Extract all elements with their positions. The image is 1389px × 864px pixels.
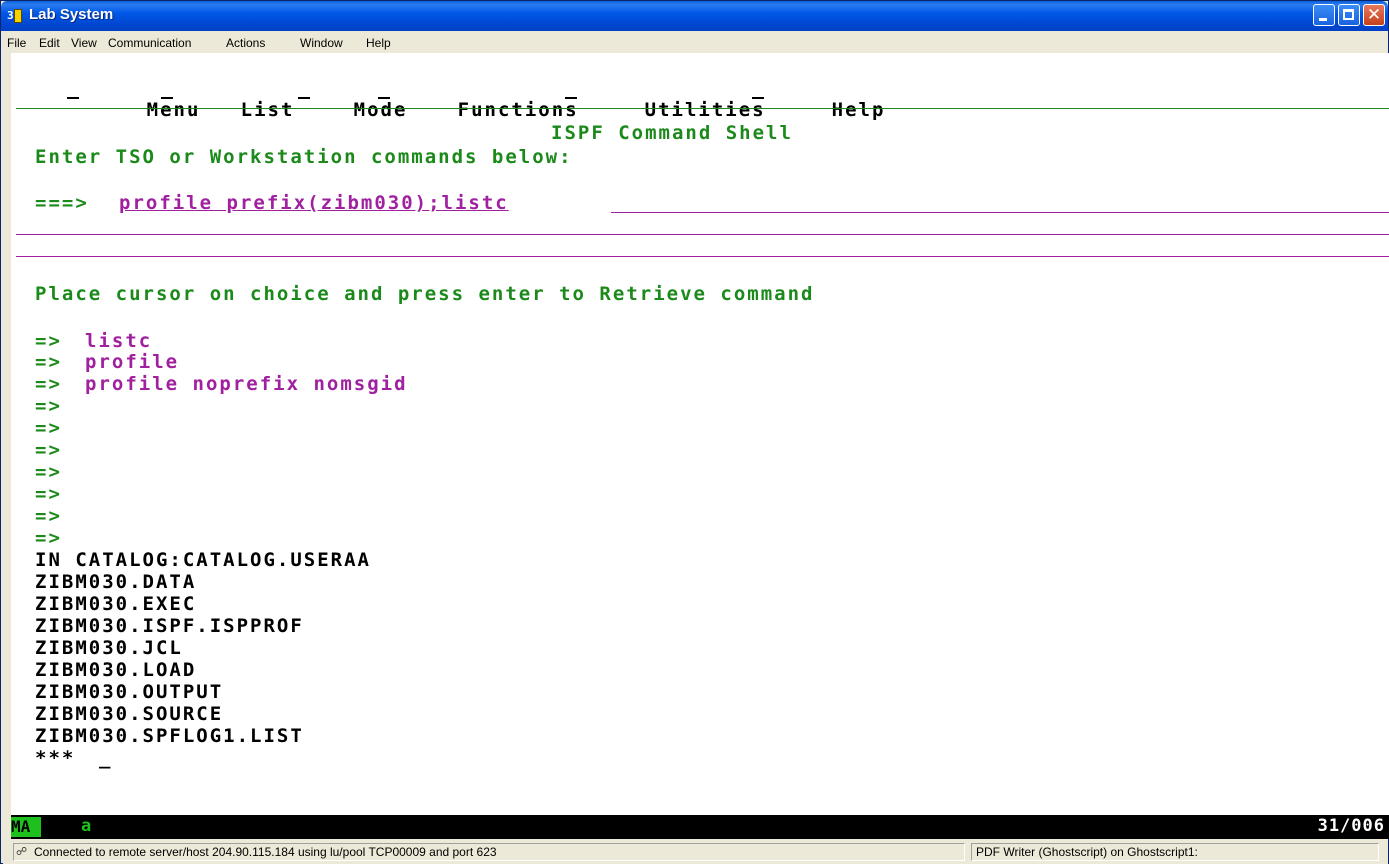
menu-bar: File Edit View Communication Actions Win… <box>3 33 1388 53</box>
minimize-icon <box>1319 18 1327 21</box>
action-functions[interactable]: Functions <box>458 99 579 121</box>
retrieve-item[interactable]: profile noprefix nomsgid <box>85 373 408 395</box>
menu-edit[interactable]: Edit <box>39 36 60 50</box>
title-bar[interactable]: 3 Lab System ✕ <box>1 1 1388 31</box>
output-line: IN CATALOG:CATALOG.USERAA <box>35 549 371 571</box>
menu-window[interactable]: Window <box>300 36 343 50</box>
terminal-screen[interactable]: Menu List Mode Functions Utilities Help … <box>11 53 1389 815</box>
output-line: ZIBM030.JCL <box>35 637 183 659</box>
operator-info-area: MA a 31/006 <box>11 815 1389 839</box>
mnemonic-underline <box>378 97 390 99</box>
window-title: Lab System <box>29 6 114 23</box>
retrieve-prompt: => <box>35 351 62 373</box>
mnemonic-underline <box>565 97 577 99</box>
command-input[interactable]: profile prefix(zibm030);listc <box>119 192 509 214</box>
connection-icon: ☍ <box>16 846 28 858</box>
output-line: ZIBM030.SPFLOG1.LIST <box>35 725 304 747</box>
output-line: ZIBM030.OUTPUT <box>35 681 224 703</box>
action-help[interactable]: Help <box>832 99 886 121</box>
menu-file[interactable]: File <box>7 36 26 50</box>
output-line: ZIBM030.LOAD <box>35 659 197 681</box>
emulator-window: 3 Lab System ✕ File Edit View Communicat… <box>0 0 1389 864</box>
instructions: Enter TSO or Workstation commands below: <box>35 146 573 168</box>
output-line: ZIBM030.DATA <box>35 571 197 593</box>
output-line: ZIBM030.ISPF.ISPPROF <box>35 615 304 637</box>
close-icon: ✕ <box>1366 5 1382 25</box>
retrieve-prompt: => <box>35 330 62 352</box>
action-bar-separator <box>16 108 1389 109</box>
printer-text: PDF Writer (Ghostscript) on Ghostscript1… <box>976 845 1198 859</box>
end-marker: *** <box>35 747 76 769</box>
action-utilities[interactable]: Utilities <box>645 99 766 121</box>
maximize-icon <box>1343 9 1354 20</box>
maximize-button[interactable] <box>1338 4 1360 26</box>
printer-status: PDF Writer (Ghostscript) on Ghostscript1… <box>971 843 1379 861</box>
mnemonic-underline <box>161 97 173 99</box>
command-field-underline <box>611 212 1389 213</box>
retrieve-prompt: => <box>35 373 62 395</box>
menu-view[interactable]: View <box>71 36 97 50</box>
close-button[interactable]: ✕ <box>1363 4 1385 26</box>
retrieve-prompt[interactable]: => <box>35 483 62 505</box>
minimize-button[interactable] <box>1313 4 1335 26</box>
output-line: ZIBM030.SOURCE <box>35 703 224 725</box>
text-cursor: _ <box>99 747 113 769</box>
retrieve-prompt[interactable]: => <box>35 439 62 461</box>
connection-text: Connected to remote server/host 204.90.1… <box>34 845 497 859</box>
ispf-action-functions[interactable]: Functions <box>377 77 579 143</box>
menu-help[interactable]: Help <box>366 36 391 50</box>
retrieve-prompt[interactable]: => <box>35 505 62 527</box>
menu-actions[interactable]: Actions <box>226 36 265 50</box>
mnemonic-underline <box>298 97 310 99</box>
retrieve-prompt[interactable]: => <box>35 395 62 417</box>
command-continuation-line[interactable] <box>16 256 1389 257</box>
output-line: ZIBM030.EXEC <box>35 593 197 615</box>
retrieve-prompt[interactable]: => <box>35 461 62 483</box>
menu-communication[interactable]: Communication <box>108 36 191 50</box>
retrieve-item[interactable]: profile <box>85 351 179 373</box>
status-bar: ☍ Connected to remote server/host 204.90… <box>3 841 1388 864</box>
panel-title: ISPF Command Shell <box>551 122 793 144</box>
cursor-position: 31/006 <box>1317 816 1385 836</box>
connection-status: ☍ Connected to remote server/host 204.90… <box>13 843 965 861</box>
retrieve-prompt[interactable]: => <box>35 527 62 549</box>
oia-indicator: MA <box>11 817 41 837</box>
command-prompt: ===> <box>35 192 89 214</box>
retrieve-instructions: Place cursor on choice and press enter t… <box>35 283 815 305</box>
mnemonic-underline <box>752 97 764 99</box>
pcomm-session-icon[interactable]: 3 <box>7 8 23 24</box>
retrieve-prompt[interactable]: => <box>35 417 62 439</box>
command-continuation-line[interactable] <box>16 234 1389 235</box>
mnemonic-underline <box>67 97 79 99</box>
oia-input-mode: a <box>81 816 92 836</box>
retrieve-item[interactable]: listc <box>85 330 152 352</box>
